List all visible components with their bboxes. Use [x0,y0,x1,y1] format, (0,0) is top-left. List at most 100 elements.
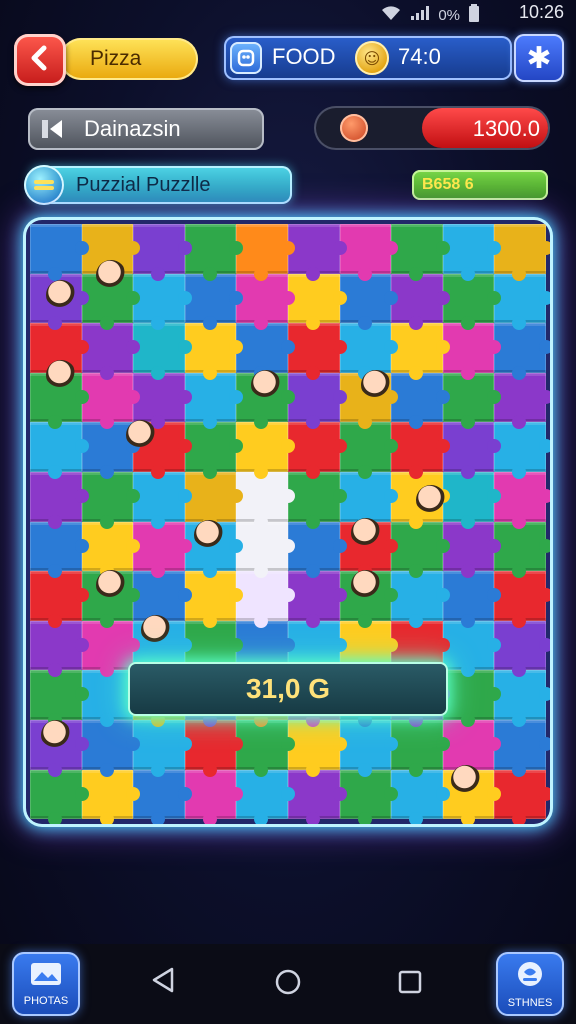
puzzle-piece[interactable] [442,471,501,529]
puzzle-piece[interactable] [236,273,295,330]
puzzle-piece[interactable] [339,224,398,281]
puzzle-piece[interactable] [81,670,140,727]
puzzle-piece[interactable] [442,620,501,677]
puzzle-piece[interactable] [184,323,243,380]
puzzle-piece[interactable] [236,422,295,479]
puzzle-piece[interactable] [30,224,89,281]
puzzle-piece[interactable] [442,521,501,578]
puzzle-piece[interactable] [184,224,243,281]
puzzle-piece[interactable] [184,273,243,330]
puzzle-piece[interactable] [391,719,450,777]
puzzle-piece[interactable] [494,719,550,777]
puzzle-piece[interactable] [133,719,192,777]
puzzle-piece[interactable] [81,620,140,677]
puzzle-piece[interactable] [494,769,550,824]
puzzle-piece[interactable] [30,670,89,727]
puzzle-piece[interactable] [133,323,192,380]
puzzle-piece[interactable] [133,372,192,429]
puzzle-piece[interactable] [81,471,140,529]
puzzle-piece[interactable] [133,273,192,330]
puzzle-piece[interactable] [236,571,295,628]
puzzle-piece[interactable] [442,224,501,281]
puzzle-piece[interactable] [81,719,140,777]
puzzle-piece[interactable] [494,372,550,429]
puzzle-piece[interactable] [287,620,347,677]
puzzle-piece[interactable] [133,224,192,281]
puzzle-piece[interactable] [391,571,450,628]
puzzle-piece[interactable] [494,323,550,380]
puzzle-piece[interactable] [339,471,398,529]
puzzle-piece[interactable] [442,273,501,330]
puzzle-piece[interactable] [30,471,89,529]
puzzle-piece[interactable] [133,521,192,578]
puzzle-piece[interactable] [184,422,243,479]
puzzle-piece[interactable] [494,571,550,628]
stickers-button[interactable]: STHNES [496,952,564,1016]
puzzle-piece[interactable] [494,471,550,529]
settings-button[interactable]: ✱ [514,34,564,82]
puzzle-piece[interactable] [494,422,550,479]
puzzle-piece[interactable] [391,769,450,824]
nav-back-icon[interactable] [150,966,176,998]
puzzle-piece[interactable] [391,620,450,677]
puzzle-piece[interactable] [236,224,295,281]
puzzle-piece[interactable] [236,521,295,578]
puzzle-piece[interactable] [287,769,347,824]
puzzle-piece[interactable] [339,769,398,824]
puzzle-piece[interactable] [30,422,89,479]
puzzle-piece[interactable] [287,521,347,578]
puzzle-piece[interactable] [236,769,295,824]
puzzle-button[interactable]: Puzzial Puzzlle [24,165,292,205]
puzzle-grid[interactable] [30,224,550,824]
puzzle-piece[interactable] [494,670,550,727]
puzzle-piece[interactable] [287,224,347,281]
puzzle-piece[interactable] [339,273,398,330]
puzzle-piece[interactable] [184,372,243,429]
puzzle-piece[interactable] [287,372,347,429]
puzzle-piece[interactable] [339,422,398,479]
puzzle-piece[interactable] [287,719,347,777]
puzzle-piece[interactable] [133,769,192,824]
puzzle-piece[interactable] [339,620,398,677]
puzzle-piece[interactable] [391,372,450,429]
mode-button[interactable]: Dainazsin [28,108,264,150]
puzzle-piece[interactable] [287,323,347,380]
puzzle-piece[interactable] [236,620,295,677]
puzzle-board[interactable] [26,220,550,824]
puzzle-piece[interactable] [442,422,501,479]
puzzle-piece[interactable] [391,224,450,281]
puzzle-piece[interactable] [30,571,89,628]
puzzle-piece[interactable] [236,323,295,380]
back-button[interactable] [14,34,66,86]
puzzle-piece[interactable] [184,769,243,824]
puzzle-piece[interactable] [81,372,140,429]
puzzle-piece[interactable] [81,323,140,380]
puzzle-piece[interactable] [287,273,347,330]
puzzle-piece[interactable] [184,620,243,677]
puzzle-piece[interactable] [442,323,501,380]
puzzle-piece[interactable] [494,224,550,281]
puzzle-piece[interactable] [81,422,140,479]
puzzle-piece[interactable] [133,571,192,628]
puzzle-piece[interactable] [133,471,192,529]
puzzle-piece[interactable] [391,323,450,380]
puzzle-piece[interactable] [30,521,89,578]
puzzle-piece[interactable] [236,471,295,529]
puzzle-piece[interactable] [30,769,89,824]
puzzle-piece[interactable] [81,521,140,578]
puzzle-piece[interactable] [494,521,550,578]
puzzle-piece[interactable] [339,719,398,777]
puzzle-piece[interactable] [184,471,243,529]
puzzle-piece[interactable] [494,273,550,330]
photos-button[interactable]: PHOTAS [12,952,80,1016]
puzzle-piece[interactable] [494,620,550,677]
puzzle-piece[interactable] [287,471,347,529]
puzzle-piece[interactable] [81,769,140,824]
puzzle-piece[interactable] [391,422,450,479]
puzzle-piece[interactable] [184,571,243,628]
puzzle-piece[interactable] [442,719,501,777]
puzzle-piece[interactable] [287,571,347,628]
puzzle-piece[interactable] [339,323,398,380]
puzzle-piece[interactable] [391,273,450,330]
puzzle-piece[interactable] [30,620,89,677]
